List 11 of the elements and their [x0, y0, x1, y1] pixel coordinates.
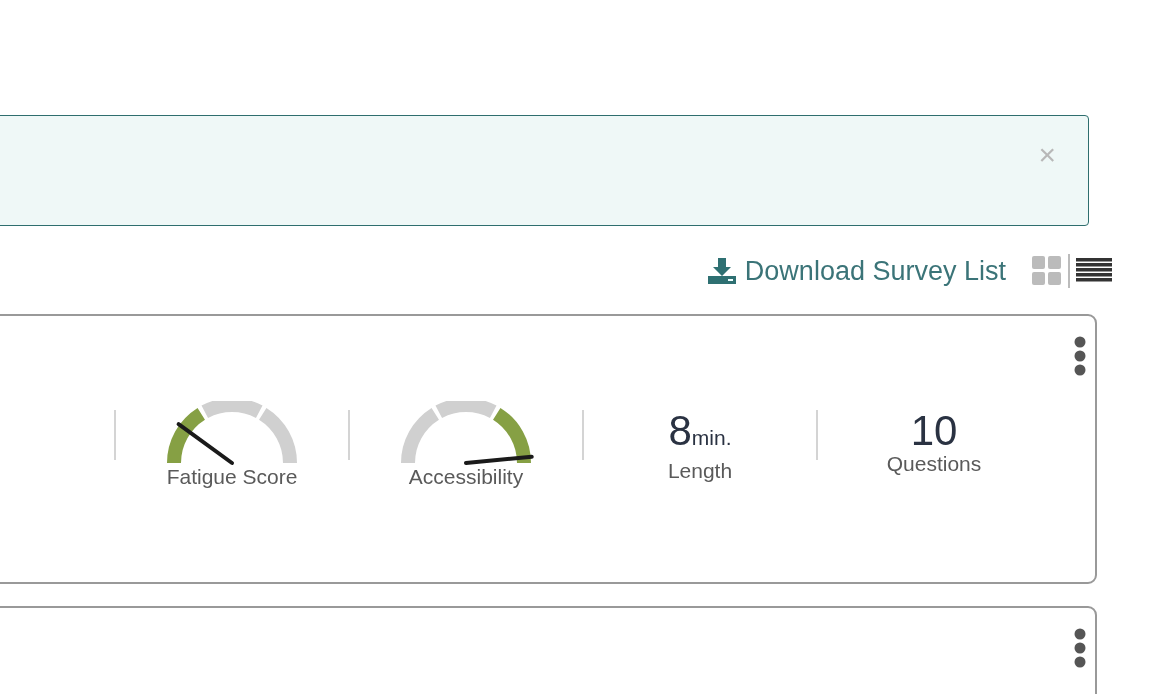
gauge-label: Fatigue Score — [166, 465, 298, 489]
more-options-icon[interactable] — [1074, 336, 1086, 376]
stat-label: Length — [667, 459, 733, 483]
stat-label: Questions — [886, 452, 982, 476]
download-link[interactable]: Download Survey List — [706, 255, 1006, 287]
more-options-icon[interactable] — [1074, 628, 1086, 668]
stat-value: 8min. — [668, 408, 732, 456]
list-view-button[interactable] — [1076, 258, 1112, 284]
stat-value: 10 — [910, 408, 958, 454]
download-icon — [706, 257, 737, 285]
gauge-label: Accessibility — [408, 465, 524, 489]
